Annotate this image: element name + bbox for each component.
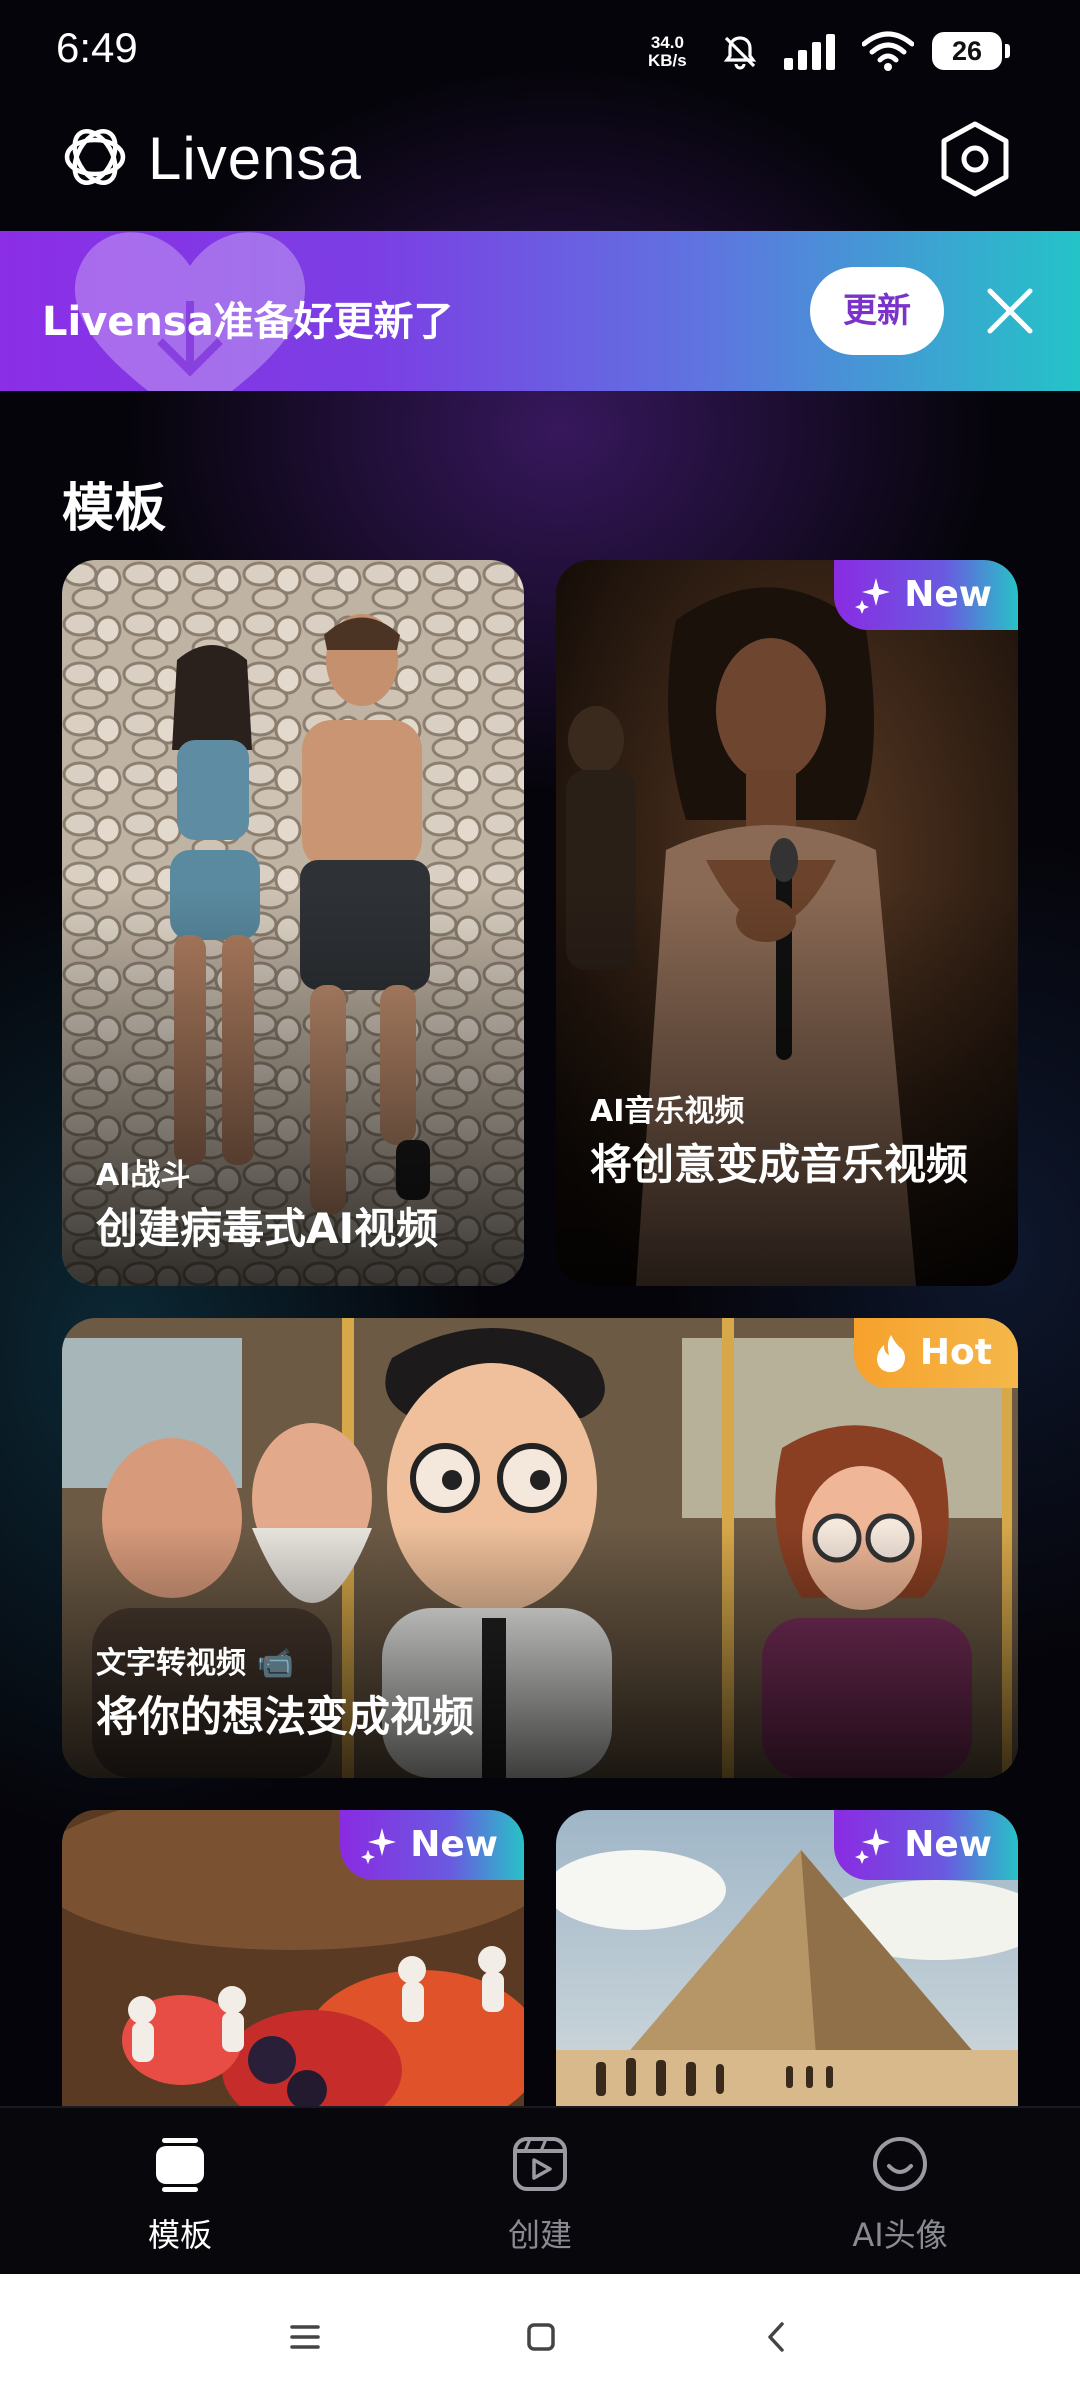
create-video-icon bbox=[513, 2137, 567, 2191]
network-speed-value: 34.0 bbox=[650, 33, 684, 52]
app-title: Livensa bbox=[148, 125, 362, 192]
section-title: 模板 bbox=[62, 479, 167, 539]
network-speed-unit: KB/s bbox=[648, 51, 687, 70]
template-card-ai-battle[interactable]: AI战斗 创建病毒式AI视频 bbox=[62, 560, 524, 1286]
nav-item-create[interactable]: 创建 bbox=[440, 2108, 640, 2276]
update-banner: Livensa准备好更新了 更新 bbox=[0, 231, 1080, 391]
card-title: 创建病毒式AI视频 bbox=[96, 1204, 439, 1253]
settings-hexagon-icon[interactable] bbox=[938, 120, 1012, 198]
card-tag: AI音乐视频 bbox=[590, 1094, 745, 1129]
card-title: 将你的想法变成视频 bbox=[96, 1692, 475, 1741]
nav-label: 创建 bbox=[507, 2216, 572, 2254]
battery-icon: 26 bbox=[932, 32, 1010, 70]
hot-badge: Hot bbox=[853, 1318, 1018, 1388]
new-badge: New bbox=[834, 1810, 1018, 1880]
nav-label: AI头像 bbox=[852, 2216, 948, 2254]
livensa-logo-icon bbox=[64, 129, 126, 185]
menu-icon[interactable] bbox=[280, 2312, 330, 2362]
sparkle-icon bbox=[855, 1828, 891, 1864]
nav-label: 模板 bbox=[147, 2216, 212, 2254]
badge-label: New bbox=[410, 1824, 498, 1865]
status-time: 6:49 bbox=[56, 24, 138, 71]
card-title: 将创意变成音乐视频 bbox=[590, 1140, 969, 1189]
update-button[interactable]: 更新 bbox=[810, 267, 944, 355]
back-icon[interactable] bbox=[752, 2312, 802, 2362]
bottom-nav: 模板 创建 AI头像 bbox=[0, 2106, 1080, 2276]
system-nav-bar bbox=[0, 2274, 1080, 2400]
home-icon[interactable] bbox=[516, 2312, 566, 2362]
new-badge: New bbox=[834, 560, 1018, 630]
ai-avatar-icon bbox=[873, 2137, 927, 2191]
card-tag: 文字转视频 📹 bbox=[96, 1646, 294, 1681]
badge-label: New bbox=[904, 574, 992, 615]
update-banner-text: Livensa准备好更新了 bbox=[42, 299, 454, 345]
templates-icon bbox=[156, 2138, 204, 2192]
nav-item-ai-avatar[interactable]: AI头像 bbox=[800, 2108, 1000, 2276]
flame-icon bbox=[876, 1335, 905, 1373]
network-speed: 34.0 KB/s bbox=[648, 34, 687, 70]
badge-label: New bbox=[904, 1824, 992, 1865]
close-icon[interactable] bbox=[980, 281, 1040, 341]
template-card-ai-music-video[interactable]: New AI音乐视频 将创意变成音乐视频 bbox=[556, 560, 1018, 1286]
mute-bell-icon bbox=[723, 36, 757, 70]
template-card-text-to-video[interactable]: Hot 文字转视频 📹 将你的想法变成视频 bbox=[62, 1318, 1018, 1778]
signal-icon bbox=[784, 34, 835, 70]
nav-item-templates[interactable]: 模板 bbox=[80, 2108, 280, 2276]
wifi-icon bbox=[862, 31, 914, 71]
app-bar: Livensa bbox=[0, 104, 1080, 232]
card-tag: AI战斗 bbox=[96, 1158, 191, 1193]
badge-label: Hot bbox=[919, 1332, 992, 1373]
sparkle-icon bbox=[855, 578, 891, 614]
sparkle-icon bbox=[361, 1828, 397, 1864]
status-bar: 6:49 34.0 KB/s 26 bbox=[0, 0, 1080, 104]
new-badge: New bbox=[340, 1810, 524, 1880]
